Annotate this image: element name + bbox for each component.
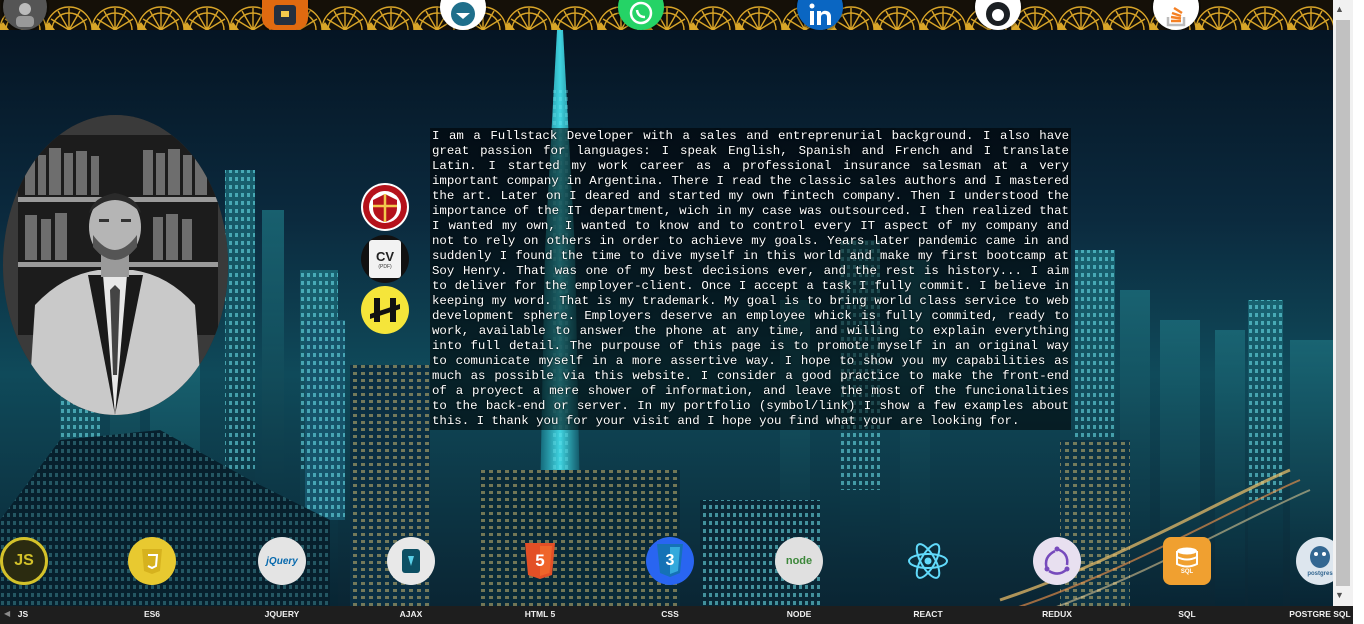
top-social-bar — [0, 0, 1333, 30]
cv-pdf-icon[interactable]: CV (PDF) — [361, 235, 409, 283]
window-edge — [1353, 0, 1364, 624]
tech-label-ajax: AJAX — [399, 609, 423, 619]
sql-icon-text: SQL — [1180, 569, 1194, 575]
html5-icon[interactable]: 5 — [516, 537, 564, 585]
tech-label-sql: SQL — [1178, 609, 1196, 619]
cv-sub-label: (PDF) — [378, 263, 392, 270]
css3-icon-text: 3 — [665, 552, 675, 569]
henry-bootcamp-icon[interactable] — [361, 286, 409, 334]
vertical-scrollbar[interactable] — [1333, 0, 1353, 606]
tech-label-css: CSS — [661, 609, 679, 619]
react-icon[interactable] — [904, 537, 952, 585]
tech-label-jquery: JQUERY — [264, 609, 300, 619]
jquery-icon[interactable]: jQuery — [258, 537, 306, 585]
javascript-icon-text: JS — [14, 552, 34, 569]
tech-label-postgresql: POSTGRE SQL — [1289, 609, 1351, 619]
nodejs-icon[interactable]: node — [775, 537, 823, 585]
scroll-up-arrow-icon[interactable]: ▲ — [1335, 4, 1344, 14]
postgresql-icon-text: postgres — [1307, 571, 1333, 577]
bio-text: I am a Fullstack Developer with a sales … — [430, 128, 1071, 430]
cv-label: CV — [375, 248, 395, 264]
art-deco-pattern — [0, 0, 1333, 30]
tech-label-redux: REDUX — [1042, 609, 1072, 619]
tech-label-js: JS — [17, 609, 29, 619]
profile-photo — [3, 115, 228, 415]
tech-labels-bar: ◀ JS ES6 JQUERY AJAX HTML 5 CSS NODE REA… — [0, 606, 1353, 624]
scroll-left-arrow-icon[interactable]: ◀ — [4, 609, 10, 618]
tech-label-react: REACT — [913, 609, 943, 619]
tech-label-node: NODE — [786, 609, 812, 619]
redux-icon[interactable] — [1033, 537, 1081, 585]
tech-stack-bar: JS jQuery 5 3 node SQL postgres — [0, 534, 1353, 606]
tech-label-html5: HTML 5 — [524, 609, 556, 619]
html5-icon-text: 5 — [535, 551, 545, 570]
tech-label-es6: ES6 — [143, 609, 161, 619]
portfolio-icon[interactable] — [262, 0, 308, 30]
css3-icon[interactable]: 3 — [646, 537, 694, 585]
javascript-icon[interactable]: JS — [0, 537, 48, 585]
scroll-down-arrow-icon[interactable]: ▼ — [1335, 590, 1344, 600]
university-crest-icon[interactable] — [361, 183, 409, 231]
ajax-icon[interactable] — [387, 537, 435, 585]
sql-icon[interactable]: SQL — [1163, 537, 1211, 585]
nodejs-icon-text: node — [785, 555, 813, 567]
email-icon[interactable] — [440, 0, 486, 30]
es6-icon[interactable] — [128, 537, 176, 585]
jquery-icon-text: jQuery — [266, 555, 298, 567]
scrollbar-thumb[interactable] — [1336, 20, 1350, 586]
